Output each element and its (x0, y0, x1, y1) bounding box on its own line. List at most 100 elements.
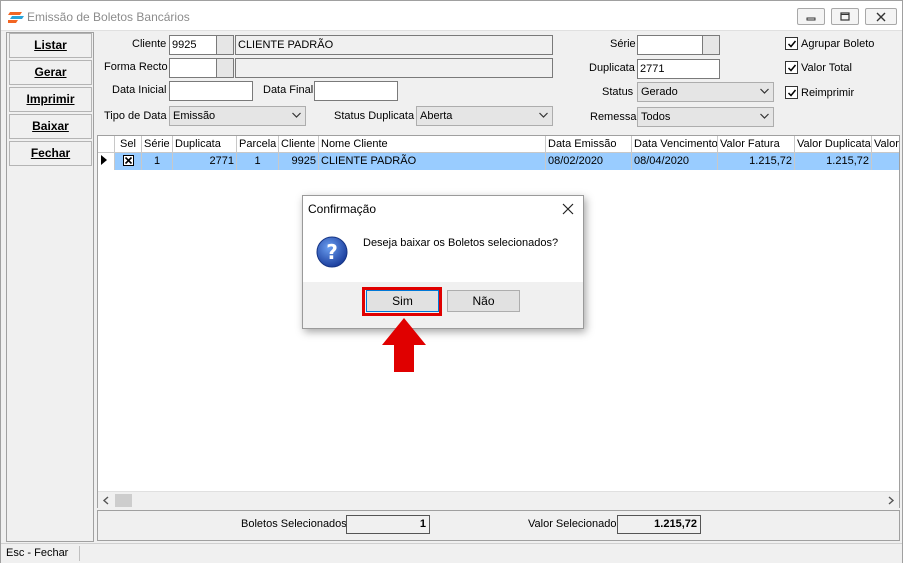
maximize-button[interactable] (831, 8, 859, 25)
status-label: Status (602, 86, 634, 98)
duplicata-field[interactable]: 2771 (637, 59, 720, 79)
serie-label: Série (610, 38, 636, 50)
cell-cliente[interactable]: 9925 (279, 153, 319, 170)
fechar-button[interactable]: Fechar (9, 141, 92, 166)
reimprimir-checkbox[interactable]: Reimprimir (785, 86, 854, 99)
baixar-button[interactable]: Baixar (9, 114, 92, 139)
close-icon[interactable] (562, 203, 574, 215)
status-value: Gerado (641, 86, 678, 98)
forma-recto-lookup-button[interactable] (216, 58, 234, 78)
duplicata-label: Duplicata (589, 62, 635, 74)
scroll-right-icon[interactable] (887, 496, 895, 505)
column-header[interactable]: Data Emissão (546, 136, 632, 153)
column-header[interactable]: Sel (115, 136, 142, 153)
status-duplicata-value: Aberta (420, 110, 453, 122)
status-select[interactable]: Gerado (637, 82, 774, 102)
remessa-label: Remessa (590, 111, 637, 123)
cliente-lookup-button[interactable] (216, 35, 234, 55)
cliente-code-field[interactable]: 9925 (169, 35, 217, 55)
boletos-selecionados-label: Boletos Selecionados (241, 518, 347, 530)
data-inicial-field[interactable] (169, 81, 253, 101)
checkbox-checked-icon (785, 86, 798, 99)
checkbox-x-icon (122, 155, 134, 166)
column-header[interactable]: Parcela (237, 136, 279, 153)
column-header[interactable]: Nome Cliente (319, 136, 546, 153)
imprimir-button[interactable]: Imprimir (9, 87, 92, 112)
listar-button[interactable]: Listar (9, 33, 92, 58)
gerar-button[interactable]: Gerar (9, 60, 92, 85)
scrollbar-thumb[interactable] (115, 494, 132, 507)
chevron-down-icon (760, 88, 769, 94)
status-hint: Esc - Fechar (6, 547, 69, 559)
cell-duplicata[interactable]: 2771 (173, 153, 237, 170)
row-indicator (98, 153, 115, 170)
forma-recto-code-field[interactable] (169, 58, 217, 78)
valor-total-checkbox[interactable]: Valor Total (785, 61, 852, 74)
nao-button[interactable]: Não (447, 290, 520, 312)
chevron-down-icon (760, 113, 769, 119)
dialog-title: Confirmação (308, 202, 377, 216)
close-icon (876, 12, 886, 21)
cell-nome-cliente[interactable]: CLIENTE PADRÃO (319, 153, 546, 170)
cell-parcela[interactable]: 1 (237, 153, 279, 170)
confirmation-dialog: Confirmação ? Deseja baixar os Boletos s… (302, 195, 584, 329)
horizontal-scrollbar[interactable] (98, 491, 899, 508)
cell-data-vencimento[interactable]: 08/04/2020 (632, 153, 718, 170)
column-header[interactable]: Data Vencimento (632, 136, 718, 153)
cell-valor[interactable] (872, 153, 899, 170)
scroll-left-icon[interactable] (102, 496, 110, 505)
column-header[interactable]: Cliente (279, 136, 319, 153)
serie-lookup-button[interactable] (702, 35, 720, 55)
agrupar-boleto-checkbox[interactable]: Agrupar Boleto (785, 37, 874, 50)
window-title: Emissão de Boletos Bancários (27, 10, 190, 24)
forma-recto-label: Forma Recto (104, 61, 168, 73)
serie-field[interactable] (637, 35, 703, 55)
column-header[interactable]: Valor Fatura (718, 136, 795, 153)
cell-valor-fatura[interactable]: 1.215,72 (718, 153, 795, 170)
dialog-body: ? Deseja baixar os Boletos selecionados? (303, 222, 583, 282)
checkbox-checked-icon (785, 37, 798, 50)
column-header[interactable]: Valor Duplicata (795, 136, 872, 153)
chevron-down-icon (292, 112, 301, 118)
checkbox-checked-icon (785, 61, 798, 74)
minimize-button[interactable] (797, 8, 825, 25)
data-final-field[interactable] (314, 81, 398, 101)
valor-selecionado-label: Valor Selecionado (528, 518, 617, 530)
status-divider (79, 546, 80, 561)
cell-data-emissao[interactable]: 08/02/2020 (546, 153, 632, 170)
dialog-title-bar: Confirmação (303, 196, 583, 222)
minimize-icon (806, 17, 816, 20)
app-logo-icon (8, 12, 24, 23)
title-bar: Emissão de Boletos Bancários (1, 1, 902, 31)
action-sidebar: Listar Gerar Imprimir Baixar Fechar (6, 32, 94, 542)
status-duplicata-label: Status Duplicata (334, 110, 415, 122)
cliente-label: Cliente (132, 38, 167, 50)
close-window-button[interactable] (865, 8, 897, 25)
annotation-arrow-icon (382, 318, 426, 372)
row-select-checkbox[interactable] (115, 153, 142, 170)
dialog-message: Deseja baixar os Boletos selecionados? (363, 237, 559, 249)
column-header[interactable]: Duplicata (173, 136, 237, 153)
chevron-down-icon (539, 112, 548, 118)
remessa-select[interactable]: Todos (637, 107, 774, 127)
cell-valor-duplicata[interactable]: 1.215,72 (795, 153, 872, 170)
column-header[interactable]: Valor (872, 136, 899, 153)
valor-total-label: Valor Total (801, 61, 852, 74)
current-row-arrow-icon (101, 155, 107, 165)
cliente-name-field: CLIENTE PADRÃO (235, 35, 553, 55)
status-bar: Esc - Fechar (1, 543, 902, 563)
cell-serie[interactable]: 1 (142, 153, 173, 170)
summary-panel: Boletos Selecionados 1 Valor Selecionado… (97, 510, 900, 541)
reimprimir-label: Reimprimir (801, 86, 855, 99)
column-header[interactable]: Série (142, 136, 173, 153)
maximize-icon (840, 11, 850, 21)
svg-text:?: ? (326, 240, 338, 264)
row-indicator-header (98, 136, 115, 153)
status-duplicata-select[interactable]: Aberta (416, 106, 553, 126)
remessa-value: Todos (641, 111, 671, 123)
sim-button[interactable]: Sim (366, 290, 439, 312)
tipo-data-label: Tipo de Data (104, 110, 167, 122)
forma-recto-name-field (235, 58, 553, 78)
tipo-data-select[interactable]: Emissão (169, 106, 306, 126)
tipo-data-value: Emissão (173, 110, 216, 122)
